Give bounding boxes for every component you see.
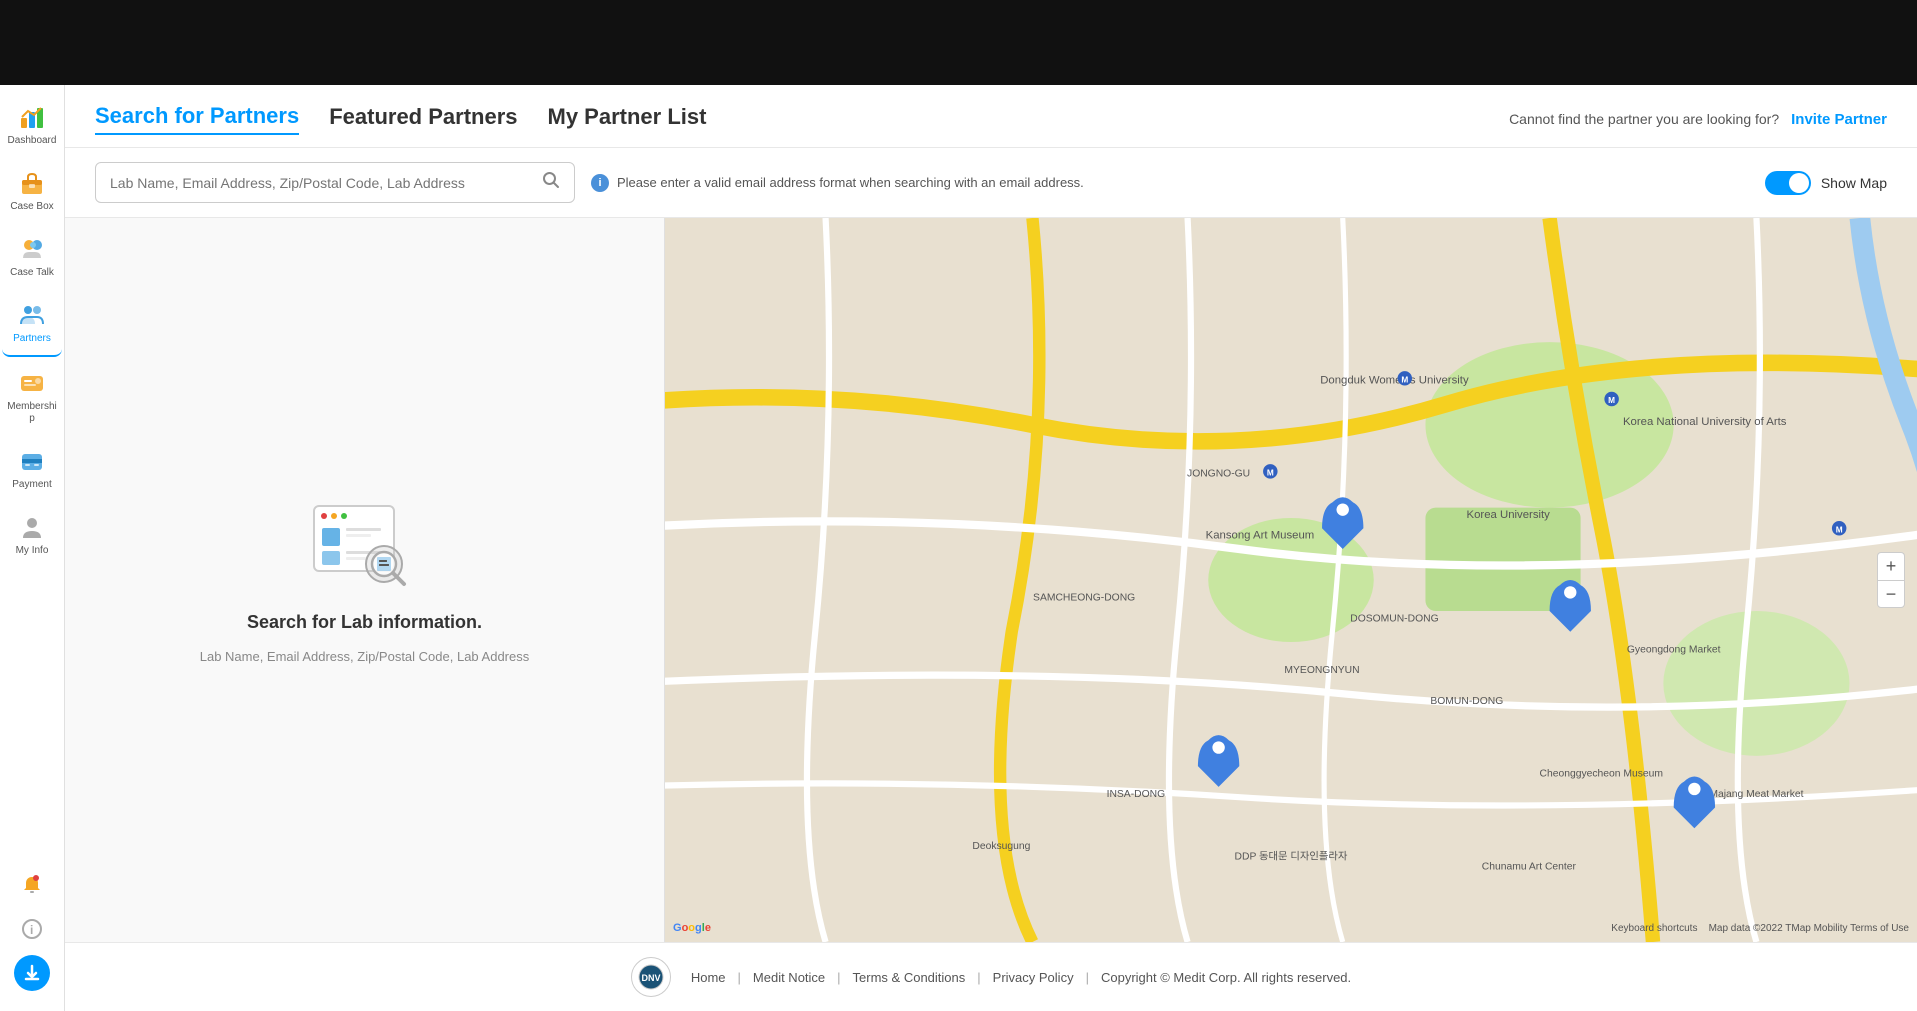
svg-text:MYEONGNYUN: MYEONGNYUN xyxy=(1284,665,1359,676)
info-button[interactable]: i xyxy=(14,911,50,947)
info-message: i Please enter a valid email address for… xyxy=(591,174,1084,192)
svg-text:JONGNO-GU: JONGNO-GU xyxy=(1187,469,1250,480)
sidebar-label-payment: Payment xyxy=(12,479,51,491)
svg-text:M: M xyxy=(1608,396,1615,405)
sidebar-label-myinfo: My Info xyxy=(16,545,49,557)
payment-icon xyxy=(18,447,46,475)
tab-my-partner-list[interactable]: My Partner List xyxy=(548,104,707,134)
tab-featured-partners[interactable]: Featured Partners xyxy=(329,104,517,134)
svg-text:Korea University: Korea University xyxy=(1467,509,1551,521)
show-map-toggle-container: Show Map xyxy=(1765,171,1887,195)
sidebar-label-membership: Membership xyxy=(6,401,58,425)
svg-text:M: M xyxy=(1836,525,1843,534)
svg-text:M: M xyxy=(1267,469,1274,478)
sidebar-item-membership[interactable]: Membership xyxy=(2,359,62,435)
body-content: Search for Lab information. Lab Name, Em… xyxy=(65,218,1917,942)
membership-icon xyxy=(18,369,46,397)
footer-copyright: Copyright © Medit Corp. All rights reser… xyxy=(1101,970,1351,985)
page-footer: DNV Home | Medit Notice | Terms & Condit… xyxy=(65,942,1917,1011)
sidebar-item-casebox[interactable]: Case Box xyxy=(2,159,62,223)
page-header: Search for Partners Featured Partners My… xyxy=(65,85,1917,148)
header-tabs: Search for Partners Featured Partners My… xyxy=(95,103,706,135)
search-input[interactable] xyxy=(110,175,542,191)
search-button[interactable] xyxy=(542,171,560,194)
svg-text:SAMCHEONG-DONG: SAMCHEONG-DONG xyxy=(1033,593,1135,604)
svg-text:Kansong Art Museum: Kansong Art Museum xyxy=(1206,530,1315,542)
sidebar-label-partners: Partners xyxy=(13,333,51,345)
top-bar xyxy=(0,0,1917,85)
svg-text:Gyeongdong Market: Gyeongdong Market xyxy=(1627,644,1721,655)
main-layout: Dashboard Case Box xyxy=(0,85,1917,1011)
svg-text:M: M xyxy=(1401,375,1408,384)
google-logo: Google xyxy=(673,922,711,934)
sidebar: Dashboard Case Box xyxy=(0,85,65,1011)
content-area: Search for Partners Featured Partners My… xyxy=(65,85,1917,1011)
show-map-label: Show Map xyxy=(1821,175,1887,191)
footer-privacy-link[interactable]: Privacy Policy xyxy=(993,970,1074,985)
tab-search-partners[interactable]: Search for Partners xyxy=(95,103,299,135)
sidebar-label-casetalk: Case Talk xyxy=(10,267,54,279)
sidebar-item-dashboard[interactable]: Dashboard xyxy=(2,93,62,157)
invite-partner-button[interactable]: Invite Partner xyxy=(1791,111,1887,128)
cannot-find-text: Cannot find the partner you are looking … xyxy=(1509,111,1779,127)
empty-state-title: Search for Lab information. xyxy=(247,612,482,633)
casetalk-icon xyxy=(18,235,46,263)
sidebar-item-myinfo[interactable]: My Info xyxy=(2,503,62,567)
footer-terms-link[interactable]: Terms & Conditions xyxy=(853,970,966,985)
empty-state-subtitle: Lab Name, Email Address, Zip/Postal Code… xyxy=(200,649,530,664)
sidebar-label-dashboard: Dashboard xyxy=(8,135,57,147)
sidebar-label-casebox: Case Box xyxy=(10,201,53,213)
download-button[interactable] xyxy=(14,955,50,991)
notification-button[interactable] xyxy=(14,867,50,903)
zoom-in-button[interactable]: + xyxy=(1877,552,1905,580)
search-box xyxy=(95,162,575,203)
svg-text:INSA-DONG: INSA-DONG xyxy=(1107,789,1166,800)
svg-text:DDP 동대문 디자인플라자: DDP 동대문 디자인플라자 xyxy=(1235,850,1348,862)
svg-text:DNV: DNV xyxy=(641,973,660,983)
myinfo-icon xyxy=(18,513,46,541)
map-attribution: Keyboard shortcuts Map data ©2022 TMap M… xyxy=(1611,923,1909,934)
map-zoom-controls: + − xyxy=(1877,552,1905,608)
info-circle-icon: i xyxy=(591,174,609,192)
svg-text:Deoksugung: Deoksugung xyxy=(972,841,1030,852)
info-message-text: Please enter a valid email address forma… xyxy=(617,175,1084,190)
sidebar-item-payment[interactable]: Payment xyxy=(2,437,62,501)
footer-medit-notice-link[interactable]: Medit Notice xyxy=(753,970,825,985)
svg-text:Cheonggyecheon Museum: Cheonggyecheon Museum xyxy=(1540,769,1663,780)
svg-text:Dongduk Women's University: Dongduk Women's University xyxy=(1320,374,1469,386)
empty-state: Search for Lab information. Lab Name, Em… xyxy=(200,496,530,664)
svg-text:Korea National University of A: Korea National University of Arts xyxy=(1623,416,1787,428)
show-map-toggle[interactable] xyxy=(1765,171,1811,195)
svg-text:DOSOMUN-DONG: DOSOMUN-DONG xyxy=(1350,613,1438,624)
sidebar-item-casetalk[interactable]: Case Talk xyxy=(2,225,62,289)
svg-text:Majang Meat Market: Majang Meat Market xyxy=(1709,789,1803,800)
footer-logo: DNV xyxy=(631,957,671,997)
sidebar-item-partners[interactable]: Partners xyxy=(2,291,62,357)
map-data-text: Map data ©2022 TMap Mobility Terms of Us… xyxy=(1709,923,1909,934)
casebox-icon xyxy=(18,169,46,197)
partners-icon xyxy=(18,301,46,329)
sidebar-bottom: i xyxy=(14,867,50,1003)
map-area: Dongduk Women's University Korea Nationa… xyxy=(665,218,1917,942)
svg-text:i: i xyxy=(30,923,33,937)
svg-text:Chunamu Art Center: Chunamu Art Center xyxy=(1482,862,1577,873)
left-panel: Search for Lab information. Lab Name, Em… xyxy=(65,218,665,942)
dashboard-icon xyxy=(18,103,46,131)
svg-text:BOMUN-DONG: BOMUN-DONG xyxy=(1430,696,1503,707)
search-row: i Please enter a valid email address for… xyxy=(65,148,1917,218)
keyboard-shortcuts: Keyboard shortcuts xyxy=(1611,923,1697,934)
zoom-out-button[interactable]: − xyxy=(1877,580,1905,608)
footer-home-link[interactable]: Home xyxy=(691,970,726,985)
header-right: Cannot find the partner you are looking … xyxy=(1509,111,1887,128)
empty-state-icon xyxy=(304,496,424,596)
